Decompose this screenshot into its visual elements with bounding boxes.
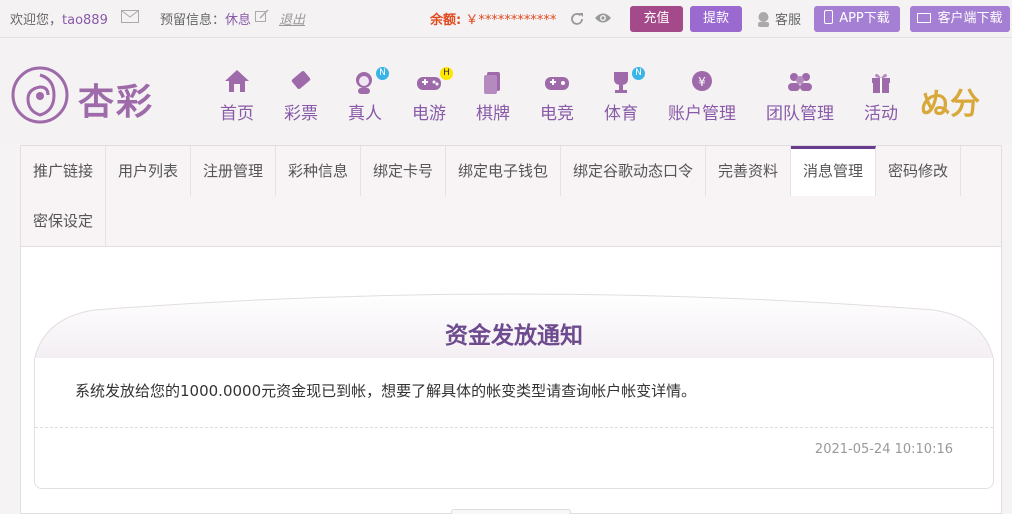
reserved-info: 预留信息：休息 bbox=[160, 9, 251, 28]
app-download-button[interactable]: APP下载 bbox=[814, 6, 900, 32]
app-download-label: APP下载 bbox=[839, 11, 890, 26]
hot-badge: H bbox=[440, 67, 453, 80]
nav-esports[interactable]: 电竞 bbox=[540, 69, 574, 124]
balance-label: 余额: bbox=[430, 13, 462, 28]
nav-live-label: 真人 bbox=[348, 104, 382, 124]
nav-promotions[interactable]: 活动 bbox=[864, 69, 898, 124]
main-header: 杏彩 首页 彩票 N 真人 H 电游 棋牌 电竞 N 体育 ¥ 账户管理 团队管… bbox=[0, 39, 1012, 145]
nav-esports-label: 电竞 bbox=[540, 104, 574, 124]
nav-team-management[interactable]: 团队管理 bbox=[766, 69, 834, 124]
phone-icon bbox=[824, 10, 834, 24]
reserved-label: 预留信息： bbox=[160, 13, 226, 28]
svg-text:¥: ¥ bbox=[698, 75, 706, 89]
lottery-ticket-icon bbox=[284, 69, 318, 97]
live-dealer-icon: N bbox=[348, 67, 389, 97]
nav-chess-cards-label: 棋牌 bbox=[476, 104, 510, 124]
tab-lottery-info[interactable]: 彩种信息 bbox=[276, 146, 361, 196]
balance: 余额: ￥************ bbox=[430, 9, 556, 28]
home-icon bbox=[220, 69, 254, 97]
team-icon bbox=[766, 69, 834, 97]
nav-lottery-label: 彩票 bbox=[284, 104, 318, 124]
client-download-label: 客户端下载 bbox=[937, 11, 1003, 26]
tab-user-list[interactable]: 用户列表 bbox=[106, 146, 191, 196]
back-button[interactable] bbox=[451, 509, 571, 514]
tab-promo-link[interactable]: 推广链接 bbox=[21, 146, 106, 196]
tab-security-question[interactable]: 密保设定 bbox=[21, 196, 106, 246]
nav-chess-cards[interactable]: 棋牌 bbox=[476, 69, 510, 124]
deposit-button[interactable]: 充值 bbox=[630, 6, 683, 32]
nav-home-label: 首页 bbox=[220, 104, 254, 124]
esports-gamepad-icon bbox=[540, 69, 574, 97]
welcome-label: 欢迎您， bbox=[10, 13, 63, 28]
nav-lottery[interactable]: 彩票 bbox=[284, 69, 318, 124]
notice-body: 系统发放给您的1000.0000元资金现已到帐，想要了解具体的帐变类型请查询帐户… bbox=[34, 358, 994, 489]
nav-home[interactable]: 首页 bbox=[220, 69, 254, 124]
logo-text[interactable]: 杏彩 bbox=[78, 73, 154, 125]
tab-registration[interactable]: 注册管理 bbox=[191, 146, 276, 196]
nav-live[interactable]: N 真人 bbox=[348, 67, 389, 124]
monitor-icon bbox=[917, 13, 932, 23]
gift-icon bbox=[864, 69, 898, 97]
username: tao889 bbox=[62, 13, 108, 28]
content-panel: 推广链接 用户列表 注册管理 彩种信息 绑定卡号 绑定电子钱包 绑定谷歌动态口令… bbox=[20, 145, 1002, 514]
refresh-icon[interactable] bbox=[569, 11, 585, 27]
new-badge: N bbox=[376, 67, 389, 80]
tab-bind-ewallet[interactable]: 绑定电子钱包 bbox=[446, 146, 561, 196]
customer-service-link[interactable]: 客服 bbox=[775, 9, 801, 28]
nav-slots[interactable]: H 电游 bbox=[412, 67, 453, 124]
notice-message: 系统发放给您的1000.0000元资金现已到帐，想要了解具体的帐变类型请查询帐户… bbox=[75, 382, 697, 400]
logout-link[interactable]: 退出 bbox=[279, 9, 305, 28]
nav-promotions-label: 活动 bbox=[864, 104, 898, 124]
edit-icon[interactable] bbox=[255, 9, 269, 23]
nav-slots-label: 电游 bbox=[412, 104, 446, 124]
notice-date: 2021-05-24 10:10:16 bbox=[814, 442, 953, 457]
eye-icon[interactable] bbox=[594, 11, 612, 25]
new-badge: N bbox=[632, 67, 645, 80]
yuan-coin-icon: ¥ bbox=[668, 69, 736, 97]
logo-emblem[interactable] bbox=[10, 65, 70, 125]
tab-profile[interactable]: 完善资料 bbox=[706, 146, 791, 196]
tab-change-password[interactable]: 密码修改 bbox=[876, 146, 961, 196]
nav-team-management-label: 团队管理 bbox=[766, 104, 834, 124]
tab-messages[interactable]: 消息管理 bbox=[791, 146, 876, 196]
nav-sports[interactable]: N 体育 bbox=[604, 67, 645, 124]
account-tabs: 推广链接 用户列表 注册管理 彩种信息 绑定卡号 绑定电子钱包 绑定谷歌动态口令… bbox=[21, 146, 1001, 247]
reserved-value: 休息 bbox=[225, 13, 252, 28]
cards-icon bbox=[476, 69, 510, 97]
top-bar: 欢迎您，tao889 预留信息：休息 退出 余额: ￥************ … bbox=[0, 0, 1012, 38]
notice-title: 资金发放通知 bbox=[445, 323, 583, 349]
client-download-button[interactable]: 客户端下载 bbox=[910, 6, 1010, 32]
mail-icon[interactable] bbox=[121, 10, 139, 23]
divider bbox=[35, 427, 993, 428]
customer-service-icon[interactable] bbox=[756, 11, 771, 27]
notice-card: 资金发放通知 系统发放给您的1000.0000元资金现已到帐，想要了解具体的帐变… bbox=[34, 288, 994, 489]
trophy-icon: N bbox=[604, 67, 645, 97]
nav-account-management[interactable]: ¥ 账户管理 bbox=[668, 69, 736, 124]
gamepad-icon: H bbox=[412, 67, 453, 97]
welcome-text: 欢迎您，tao889 bbox=[10, 9, 108, 28]
withdraw-button[interactable]: 提款 bbox=[690, 6, 742, 32]
nav-account-management-label: 账户管理 bbox=[668, 104, 736, 124]
balance-value: ￥************ bbox=[465, 13, 557, 28]
tab-bind-card[interactable]: 绑定卡号 bbox=[361, 146, 446, 196]
nav-sports-label: 体育 bbox=[604, 104, 638, 124]
tab-bind-google-auth[interactable]: 绑定谷歌动态口令 bbox=[561, 146, 706, 196]
points-banner[interactable]: ぬ分 bbox=[920, 79, 980, 123]
